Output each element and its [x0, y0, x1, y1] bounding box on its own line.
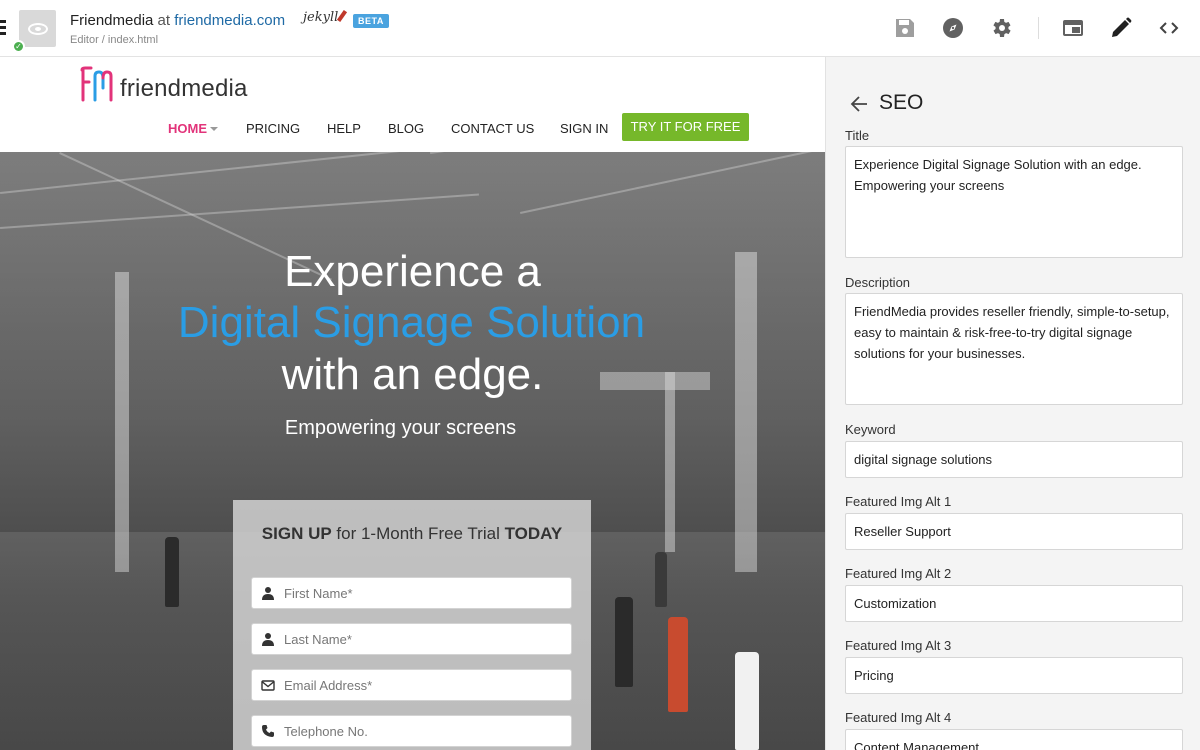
last-name-input[interactable] — [284, 624, 564, 654]
logo-text[interactable]: friendmedia — [120, 75, 248, 103]
signup-form: SIGN UP for 1-Month Free Trial TODAY — [233, 500, 591, 750]
email-input[interactable] — [284, 670, 564, 700]
bg-beam — [0, 193, 479, 229]
bg-beam — [430, 152, 807, 154]
last-name-field[interactable] — [251, 623, 572, 655]
window-icon[interactable] — [1061, 16, 1085, 40]
compass-icon[interactable] — [941, 16, 965, 40]
phone-icon — [262, 725, 274, 737]
hero-section: Experience a Digital Signage Solution wi… — [0, 152, 825, 750]
nav-blog[interactable]: BLOG — [388, 121, 424, 136]
hero-headline-line3: with an edge. — [281, 350, 544, 399]
featured-img-alt3-label: Featured Img Alt 3 — [845, 638, 952, 653]
caret-down-icon — [210, 127, 218, 131]
keyword-label: Keyword — [845, 422, 896, 437]
pencil-icon[interactable] — [1109, 16, 1133, 40]
code-icon[interactable] — [1157, 16, 1181, 40]
gear-icon[interactable] — [989, 16, 1013, 40]
panel-title: SEO — [879, 91, 924, 114]
site-domain[interactable]: friendmedia.com — [174, 12, 285, 29]
nav-help[interactable]: HELP — [327, 121, 361, 136]
site-name: Friendmedia — [70, 12, 154, 29]
first-name-input[interactable] — [284, 578, 564, 608]
person-icon — [262, 633, 274, 646]
featured-img-alt3-input[interactable] — [845, 657, 1183, 694]
eye-icon — [28, 23, 48, 35]
bg-beam — [520, 152, 819, 214]
title-textarea[interactable]: Experience Digital Signage Solution with… — [845, 146, 1183, 258]
jekyll-logo: jekyll — [303, 9, 348, 25]
telephone-input[interactable] — [284, 716, 564, 746]
try-free-button[interactable]: TRY IT FOR FREE — [622, 113, 749, 141]
site-preview: friendmedia HOME PRICING HELP BLOG CONTA… — [0, 57, 825, 750]
hero-subtitle: Empowering your screens — [284, 417, 517, 439]
featured-img-alt1-input[interactable] — [845, 513, 1183, 550]
featured-img-alt1-label: Featured Img Alt 1 — [845, 494, 952, 509]
keyword-input[interactable] — [845, 441, 1183, 478]
featured-img-alt2-input[interactable] — [845, 585, 1183, 622]
back-arrow-icon[interactable] — [850, 95, 868, 113]
toolbar-divider — [1038, 17, 1039, 39]
site-header: friendmedia HOME PRICING HELP BLOG CONTA… — [0, 57, 825, 152]
bg-person — [668, 617, 688, 712]
site-thumbnail[interactable] — [19, 10, 56, 47]
bg-person — [165, 537, 179, 607]
save-icon[interactable] — [893, 16, 917, 40]
nav-home[interactable]: HOME — [168, 121, 218, 136]
email-field[interactable] — [251, 669, 572, 701]
description-label: Description — [845, 275, 911, 290]
hero-headline-line1: Experience a — [284, 247, 541, 296]
featured-img-alt2-label: Featured Img Alt 2 — [845, 566, 952, 581]
bg-person — [615, 597, 633, 687]
site-at: at — [157, 12, 171, 29]
signup-title: SIGN UP for 1-Month Free Trial TODAY — [261, 524, 563, 543]
nav-sign-in[interactable]: SIGN IN — [560, 121, 608, 136]
description-textarea[interactable]: FriendMedia provides reseller friendly, … — [845, 293, 1183, 405]
featured-img-alt4-input[interactable] — [845, 729, 1183, 750]
beta-badge: BETA — [353, 14, 389, 28]
telephone-field[interactable] — [251, 715, 572, 747]
editor-topbar: ✓ Friendmedia at friendmedia.com jekyll … — [0, 0, 1200, 57]
envelope-icon — [261, 680, 275, 691]
bg-person — [655, 552, 667, 607]
nav-contact-us[interactable]: CONTACT US — [451, 121, 534, 136]
seo-panel: SEO Title Experience Digital Signage Sol… — [825, 57, 1200, 750]
nav-pricing[interactable]: PRICING — [246, 121, 300, 136]
bg-beam — [0, 152, 518, 194]
featured-img-alt4-label: Featured Img Alt 4 — [845, 710, 952, 725]
first-name-field[interactable] — [251, 577, 572, 609]
hero-headline-line2: Digital Signage Solution — [177, 298, 646, 347]
breadcrumb: Editor / index.html — [70, 34, 159, 46]
site-title: Friendmedia at friendmedia.com — [70, 12, 285, 29]
bg-person — [735, 652, 759, 750]
check-status-icon: ✓ — [12, 40, 25, 53]
menu-icon[interactable] — [0, 20, 6, 36]
person-icon — [262, 587, 274, 600]
title-label: Title — [845, 128, 870, 143]
friendmedia-logo-icon[interactable] — [78, 66, 114, 104]
